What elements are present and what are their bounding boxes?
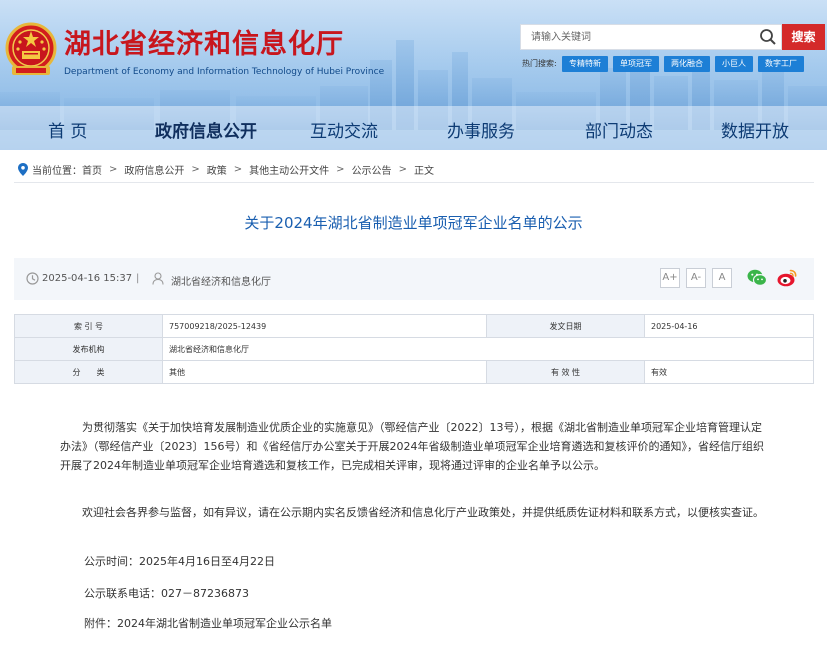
search-box (520, 24, 782, 50)
breadcrumb-policy[interactable]: 政策 (207, 162, 227, 177)
hot-tag-zhuanjingtexin[interactable]: 专精特新 (562, 56, 608, 72)
breadcrumb-home[interactable]: 首页 (82, 162, 102, 177)
document-info-table: 索 引 号 757009218/2025-12439 发文日期 2025-04-… (14, 314, 814, 384)
article-title: 关于2024年湖北省制造业单项冠军企业名单的公示 (244, 214, 583, 232)
site-subtitle: Department of Economy and Information Te… (64, 67, 385, 77)
breadcrumb-prefix: 当前位置： (32, 165, 82, 177)
site-title[interactable]: 湖北省经济和信息化厅 (64, 22, 344, 61)
index-number-label: 索 引 号 (14, 314, 163, 338)
breadcrumb-government-info[interactable]: 政府信息公开 (124, 162, 184, 177)
wechat-share-icon[interactable] (746, 267, 768, 289)
search-input[interactable] (521, 25, 757, 49)
breadcrumb-other-files[interactable]: 其他主动公开文件 (249, 162, 329, 177)
breadcrumb-separator: > (191, 163, 200, 175)
weibo-share-icon[interactable] (776, 267, 798, 289)
issuing-agency-value: 湖北省经济和信息化厅 (162, 337, 814, 361)
issuing-agency-label: 发布机构 (14, 337, 163, 361)
hot-tag-shuzigongchang[interactable]: 数字工厂 (758, 56, 804, 72)
body-paragraph-2: 欢迎社会各界参与监督，如有异议，请在公示期内实名反馈省经济和信息化厅产业政策处，… (82, 506, 764, 519)
table-row: 分 类 其他 有 效 性 有效 (14, 360, 814, 384)
hot-search-tags: 专精特新 单项冠军 两化融合 小巨人 数字工厂 (562, 56, 804, 72)
publisher-icon (152, 272, 164, 285)
national-emblem-logo (5, 22, 57, 75)
breadcrumb-current: 正文 (413, 165, 434, 177)
validity-value: 有效 (644, 360, 814, 384)
font-size-decrease-button[interactable]: A- (686, 268, 706, 288)
publish-date: 2025-04-16 15:37 (42, 273, 133, 284)
nav-home[interactable]: 首 页 (48, 117, 87, 142)
table-row: 索 引 号 757009218/2025-12439 发文日期 2025-04-… (14, 314, 814, 338)
hot-tag-danxiangguanjun[interactable]: 单项冠军 (613, 56, 659, 72)
nav-interaction[interactable]: 互动交流 (310, 117, 378, 142)
article-meta-bar: 2025-04-16 15:37 | 湖北省经济和信息化厅 A+ A- A (14, 258, 814, 300)
font-size-increase-button[interactable]: A+ (660, 268, 680, 288)
font-size-default-button[interactable]: A (712, 268, 732, 288)
breadcrumb-separator: > (398, 163, 407, 175)
search-icon[interactable] (759, 28, 777, 46)
search-button[interactable]: 搜索 (782, 24, 825, 50)
article-source: 湖北省经济和信息化厅 (171, 277, 271, 288)
meta-divider: | (136, 273, 140, 284)
publicity-period: 公示时间：2025年4月16日至4月22日 (84, 555, 275, 568)
issue-date-label: 发文日期 (486, 314, 645, 338)
issue-date-value: 2025-04-16 (644, 314, 814, 338)
attachment-link[interactable]: 附件：2024年湖北省制造业单项冠军企业公示名单 (84, 614, 332, 633)
breadcrumb-separator: > (233, 163, 243, 175)
nav-open-data[interactable]: 数据开放 (721, 117, 789, 142)
breadcrumb-divider (14, 182, 814, 183)
breadcrumb-announcements[interactable]: 公示公告 (352, 162, 392, 177)
breadcrumb-separator: > (336, 163, 345, 175)
index-number-value: 757009218/2025-12439 (162, 314, 487, 338)
body-paragraph-1: 为贯彻落实《关于加快培育发展制造业优质企业的实施意见》（鄂经信产业〔2022〕1… (60, 421, 764, 472)
nav-government-info[interactable]: 政府信息公开 (155, 117, 257, 142)
breadcrumb-separator: > (109, 163, 118, 175)
breadcrumb: 当前位置： 首页 > 政府信息公开 > 政策 > 其他主动公开文件 > 公示公告… (18, 160, 434, 178)
nav-department-news[interactable]: 部门动态 (585, 117, 653, 142)
validity-label: 有 效 性 (486, 360, 645, 384)
location-pin-icon (18, 162, 28, 176)
clock-icon (26, 272, 39, 285)
hot-tag-lianghuarong[interactable]: 两化融合 (664, 56, 710, 72)
hot-search-label: 热门搜索: (522, 59, 557, 68)
category-label: 分 类 (14, 360, 163, 384)
contact-phone: 公示联系电话：027－87236873 (84, 587, 249, 600)
category-value: 其他 (162, 360, 487, 384)
hot-tag-xiaojuren[interactable]: 小巨人 (715, 56, 753, 72)
nav-services[interactable]: 办事服务 (447, 117, 515, 142)
table-row: 发布机构 湖北省经济和信息化厅 (14, 337, 814, 361)
site-header: 湖北省经济和信息化厅 Department of Economy and Inf… (0, 0, 827, 150)
